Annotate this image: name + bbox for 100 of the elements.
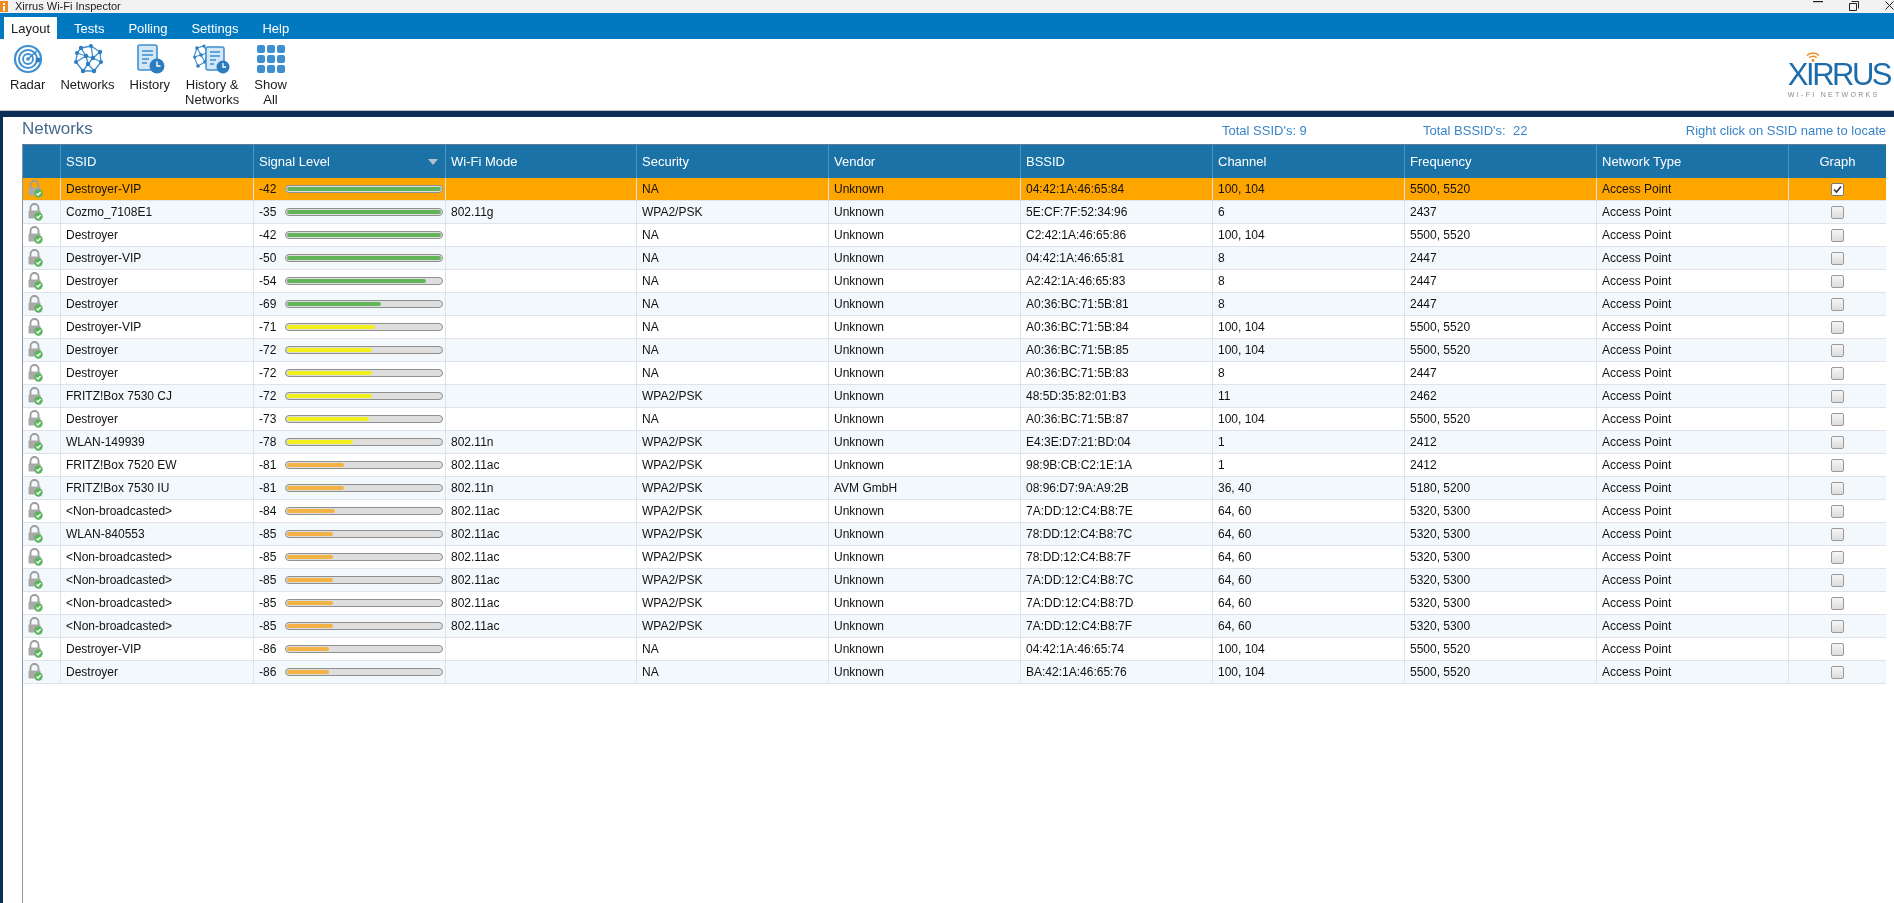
graph-checkbox[interactable] <box>1831 182 1844 196</box>
table-cell: Unknown <box>829 431 1021 453</box>
graph-checkbox[interactable] <box>1831 527 1844 541</box>
table-row[interactable]: Destroyer -72 NA Unknown A0:36:BC:71:5B:85 100, 104 5500, 5520 Access Point <box>23 339 1886 362</box>
table-cell: 802.11ac <box>446 592 637 614</box>
graph-checkbox[interactable] <box>1831 205 1844 219</box>
lock-check-icon <box>27 433 43 451</box>
table-cell: 04:42:1A:46:65:81 <box>1021 247 1213 269</box>
signal-reading: -85 <box>259 527 278 541</box>
table-row[interactable]: WLAN-149939 -78 802.11n WPA2/PSK Unknown E4:3E:D7:21:BD:04 1 2412 Access Point <box>23 431 1886 454</box>
table-cell: Destroyer <box>61 661 254 683</box>
table-cell: FRITZ!Box 7530 IU <box>61 477 254 499</box>
graph-checkbox[interactable] <box>1831 458 1844 472</box>
table-cell: Access Point <box>1597 638 1789 660</box>
graph-checkbox[interactable] <box>1831 320 1844 334</box>
menu-tab[interactable]: Tests <box>67 17 112 39</box>
networks-button[interactable]: Networks <box>54 44 121 92</box>
lock-check-icon <box>27 249 43 267</box>
table-row[interactable]: <Non-broadcasted> -85 802.11ac WPA2/PSK Unknown 7A:DD:12:C4:B8:7D 64, 60 5320, 5300 Access Point <box>23 592 1886 615</box>
table-row[interactable]: Destroyer -69 NA Unknown A0:36:BC:71:5B:81 8 2447 Access Point <box>23 293 1886 316</box>
table-cell: WPA2/PSK <box>637 477 829 499</box>
table-cell: Access Point <box>1597 615 1789 637</box>
menu-tab[interactable]: Help <box>255 17 297 39</box>
signal-reading: -35 <box>259 205 278 219</box>
table-cell: 64, 60 <box>1213 592 1405 614</box>
signal-reading: -72 <box>259 366 278 380</box>
table-row[interactable]: Destroyer-VIP -50 NA Unknown 04:42:1A:46:65:81 8 2447 Access Point <box>23 247 1886 270</box>
table-row[interactable]: Cozmo_7108E1 -35 802.11g WPA2/PSK Unknown 5E:CF:7F:52:34:96 6 2437 Access Point <box>23 201 1886 224</box>
graph-checkbox[interactable] <box>1831 412 1844 426</box>
table-cell: 04:42:1A:46:65:84 <box>1021 178 1213 200</box>
show-all-button[interactable]: Show All <box>248 44 293 107</box>
table-cell: Access Point <box>1597 546 1789 568</box>
graph-checkbox[interactable] <box>1831 343 1844 357</box>
table-row[interactable]: Destroyer -54 NA Unknown A2:42:1A:46:65:83 8 2447 Access Point <box>23 270 1886 293</box>
graph-checkbox[interactable] <box>1831 389 1844 403</box>
table-row[interactable]: <Non-broadcasted> -85 802.11ac WPA2/PSK Unknown 7A:DD:12:C4:B8:7C 64, 60 5320, 5300 Access Point <box>23 569 1886 592</box>
table-row[interactable]: Destroyer -73 NA Unknown A0:36:BC:71:5B:87 100, 104 5500, 5520 Access Point <box>23 408 1886 431</box>
table-row[interactable]: FRITZ!Box 7520 EW -81 802.11ac WPA2/PSK Unknown 98:9B:CB:C2:1E:1A 1 2412 Access Point <box>23 454 1886 477</box>
table-cell: 802.11n <box>446 477 637 499</box>
menu-tab[interactable]: Settings <box>184 17 246 39</box>
signal-reading: -50 <box>259 251 278 265</box>
table-cell: 5320, 5300 <box>1405 546 1597 568</box>
table-cell: Destroyer-VIP <box>61 638 254 660</box>
graph-checkbox[interactable] <box>1831 228 1844 242</box>
table-row[interactable]: Destroyer -72 NA Unknown A0:36:BC:71:5B:83 8 2447 Access Point <box>23 362 1886 385</box>
table-row[interactable]: FRITZ!Box 7530 IU -81 802.11n WPA2/PSK AVM GmbH 08:96:D7:9A:A9:2B 36, 40 5180, 5200 Access Point <box>23 477 1886 500</box>
graph-checkbox[interactable] <box>1831 573 1844 587</box>
table-row[interactable]: <Non-broadcasted> -84 802.11ac WPA2/PSK Unknown 7A:DD:12:C4:B8:7E 64, 60 5320, 5300 Access Point <box>23 500 1886 523</box>
table-row[interactable]: <Non-broadcasted> -85 802.11ac WPA2/PSK Unknown 78:DD:12:C4:B8:7F 64, 60 5320, 5300 Access Point <box>23 546 1886 569</box>
table-cell: NA <box>637 247 829 269</box>
lock-check-icon <box>27 617 43 635</box>
history-networks-button[interactable]: History & Networks <box>179 44 246 107</box>
radar-button[interactable]: Radar <box>4 44 52 92</box>
lock-check-icon <box>27 341 43 359</box>
table-cell: 100, 104 <box>1213 316 1405 338</box>
table-row[interactable]: Destroyer -86 NA Unknown BA:42:1A:46:65:76 100, 104 5500, 5520 Access Point <box>23 661 1886 684</box>
graph-checkbox[interactable] <box>1831 481 1844 495</box>
graph-checkbox[interactable] <box>1831 366 1844 380</box>
graph-checkbox[interactable] <box>1831 435 1844 449</box>
signal-reading: -86 <box>259 665 278 679</box>
graph-checkbox[interactable] <box>1831 504 1844 518</box>
menu-tab[interactable]: Layout <box>4 17 58 39</box>
table-cell: 7A:DD:12:C4:B8:7C <box>1021 569 1213 591</box>
graph-checkbox[interactable] <box>1831 665 1844 679</box>
signal-reading: -85 <box>259 596 278 610</box>
table-cell: WPA2/PSK <box>637 615 829 637</box>
graph-checkbox[interactable] <box>1831 550 1844 564</box>
table-row[interactable]: FRITZ!Box 7530 CJ -72 WPA2/PSK Unknown 48:5D:35:82:01:B3 11 2462 Access Point <box>23 385 1886 408</box>
table-cell: 5E:CF:7F:52:34:96 <box>1021 201 1213 223</box>
graph-checkbox[interactable] <box>1831 642 1844 656</box>
network-document-icon <box>193 44 232 74</box>
graph-checkbox[interactable] <box>1831 619 1844 633</box>
table-row[interactable]: <Non-broadcasted> -85 802.11ac WPA2/PSK Unknown 7A:DD:12:C4:B8:7F 64, 60 5320, 5300 Access Point <box>23 615 1886 638</box>
table-row[interactable]: Destroyer-VIP -71 NA Unknown A0:36:BC:71:5B:84 100, 104 5500, 5520 Access Point <box>23 316 1886 339</box>
app-icon <box>0 1 8 12</box>
table-cell: 2447 <box>1405 247 1597 269</box>
table-cell: 802.11ac <box>446 569 637 591</box>
table-row[interactable]: WLAN-840553 -85 802.11ac WPA2/PSK Unknown 78:DD:12:C4:B8:7C 64, 60 5320, 5300 Access Point <box>23 523 1886 546</box>
table-row[interactable]: Destroyer -42 NA Unknown C2:42:1A:46:65:86 100, 104 5500, 5520 Access Point <box>23 224 1886 247</box>
table-cell: 78:DD:12:C4:B8:7C <box>1021 523 1213 545</box>
table-row[interactable]: Destroyer-VIP -42 NA Unknown 04:42:1A:46:65:84 100, 104 5500, 5520 Access Point <box>23 178 1886 201</box>
graph-checkbox[interactable] <box>1831 251 1844 265</box>
column-header[interactable]: Graph <box>1789 145 1886 178</box>
table-cell: 802.11ac <box>446 454 637 476</box>
table-cell: <Non-broadcasted> <box>61 500 254 522</box>
table-row[interactable]: Destroyer-VIP -86 NA Unknown 04:42:1A:46:65:74 100, 104 5500, 5520 Access Point <box>23 638 1886 661</box>
table-cell: WPA2/PSK <box>637 569 829 591</box>
table-cell: Destroyer <box>61 293 254 315</box>
graph-checkbox[interactable] <box>1831 596 1844 610</box>
menu-tab[interactable]: Polling <box>121 17 175 39</box>
lock-check-icon <box>27 180 43 198</box>
graph-checkbox[interactable] <box>1831 297 1844 311</box>
graph-checkbox[interactable] <box>1831 274 1844 288</box>
table-cell: NA <box>637 293 829 315</box>
table-cell: Access Point <box>1597 569 1789 591</box>
table-cell: Access Point <box>1597 270 1789 292</box>
close-icon <box>1885 1 1894 10</box>
history-button[interactable]: History <box>123 44 177 92</box>
lock-check-icon <box>27 663 43 681</box>
table-cell: 64, 60 <box>1213 500 1405 522</box>
